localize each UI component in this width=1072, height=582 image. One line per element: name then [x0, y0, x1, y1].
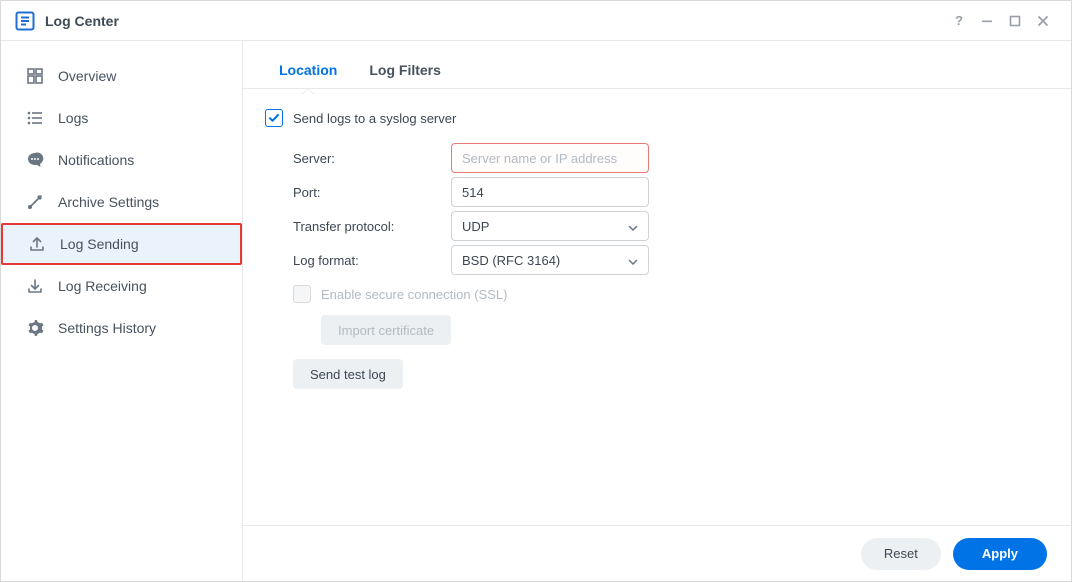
chat-icon — [26, 151, 44, 169]
form-block: Server: Port: Transfer protocol: UDP — [265, 141, 1049, 389]
sidebar-item-label: Logs — [58, 110, 242, 126]
tools-icon — [26, 193, 44, 211]
app-title: Log Center — [45, 13, 119, 29]
svg-text:?: ? — [955, 14, 963, 28]
log-format-value: BSD (RFC 3164) — [462, 253, 560, 268]
port-label: Port: — [293, 185, 451, 200]
chevron-down-icon — [628, 219, 638, 234]
button-label: Apply — [982, 546, 1018, 561]
log-format-label: Log format: — [293, 253, 451, 268]
tab-label: Log Filters — [369, 62, 441, 78]
titlebar: Log Center ? — [1, 1, 1071, 41]
log-center-app-icon — [15, 11, 35, 31]
protocol-label: Transfer protocol: — [293, 219, 451, 234]
sidebar-item-label: Notifications — [58, 152, 242, 168]
body: Overview Logs Notifications Archive Sett… — [1, 41, 1071, 581]
import-certificate-button: Import certificate — [321, 315, 451, 345]
list-icon — [26, 109, 44, 127]
sidebar-item-archive-settings[interactable]: Archive Settings — [1, 181, 242, 223]
send-test-log-button[interactable]: Send test log — [293, 359, 403, 389]
sidebar-item-label: Log Receiving — [58, 278, 242, 294]
main: Location Log Filters Send logs to a sysl… — [243, 41, 1071, 581]
download-icon — [26, 277, 44, 295]
send-logs-checkbox[interactable] — [265, 109, 283, 127]
button-label: Send test log — [310, 367, 386, 382]
maximize-button[interactable] — [1001, 7, 1029, 35]
button-label: Import certificate — [338, 323, 434, 338]
server-label: Server: — [293, 151, 451, 166]
content: Send logs to a syslog server Server: Por… — [243, 89, 1071, 525]
ssl-label: Enable secure connection (SSL) — [321, 287, 507, 302]
reset-button[interactable]: Reset — [861, 538, 941, 570]
sidebar-item-notifications[interactable]: Notifications — [1, 139, 242, 181]
minimize-button[interactable] — [973, 7, 1001, 35]
help-button[interactable]: ? — [945, 7, 973, 35]
sidebar-item-log-sending[interactable]: Log Sending — [1, 223, 242, 265]
sidebar: Overview Logs Notifications Archive Sett… — [1, 41, 243, 581]
tabs: Location Log Filters — [243, 41, 1071, 89]
sidebar-item-log-receiving[interactable]: Log Receiving — [1, 265, 242, 307]
upload-icon — [28, 235, 46, 253]
protocol-select[interactable]: UDP — [451, 211, 649, 241]
footer: Reset Apply — [243, 525, 1071, 581]
ssl-checkbox — [293, 285, 311, 303]
sidebar-item-overview[interactable]: Overview — [1, 55, 242, 97]
tab-log-filters[interactable]: Log Filters — [353, 54, 457, 88]
gear-icon — [26, 319, 44, 337]
sidebar-item-label: Log Sending — [60, 236, 240, 252]
dashboard-icon — [26, 67, 44, 85]
sidebar-item-label: Settings History — [58, 320, 242, 336]
sidebar-item-label: Overview — [58, 68, 242, 84]
tab-location[interactable]: Location — [263, 54, 353, 88]
sidebar-item-settings-history[interactable]: Settings History — [1, 307, 242, 349]
window: Log Center ? Overview — [0, 0, 1072, 582]
server-input[interactable] — [451, 143, 649, 173]
send-logs-label: Send logs to a syslog server — [293, 111, 456, 126]
tab-label: Location — [279, 62, 337, 78]
sidebar-item-label: Archive Settings — [58, 194, 242, 210]
protocol-value: UDP — [462, 219, 489, 234]
close-button[interactable] — [1029, 7, 1057, 35]
chevron-down-icon — [628, 253, 638, 268]
apply-button[interactable]: Apply — [953, 538, 1047, 570]
button-label: Reset — [884, 546, 918, 561]
sidebar-item-logs[interactable]: Logs — [1, 97, 242, 139]
port-input[interactable] — [451, 177, 649, 207]
log-format-select[interactable]: BSD (RFC 3164) — [451, 245, 649, 275]
